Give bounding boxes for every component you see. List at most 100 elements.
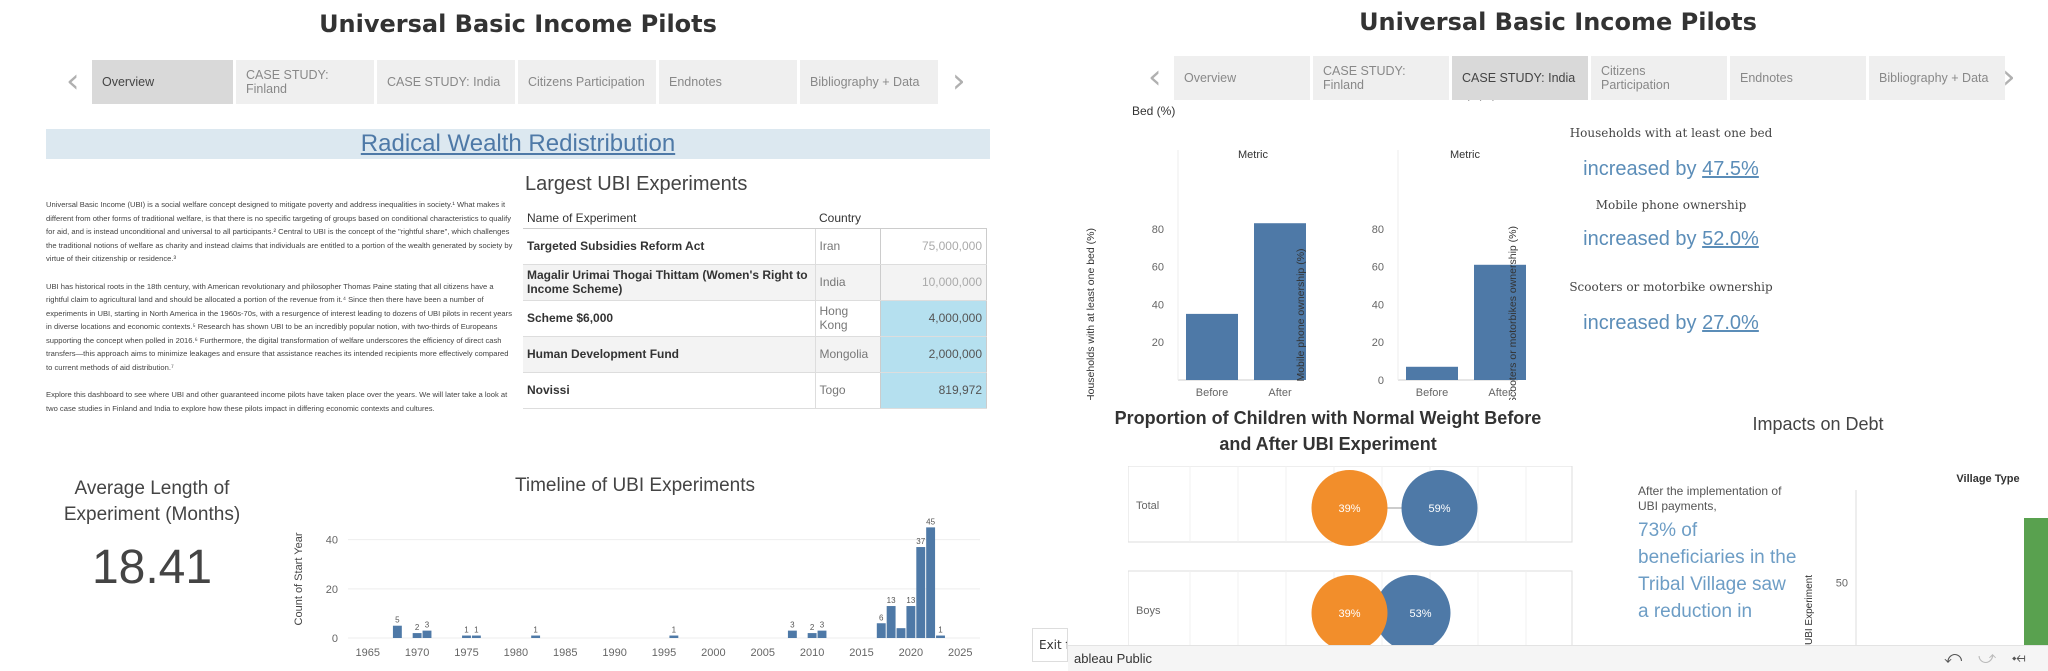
kpi-title: Average Length of Experiment (Months) (63, 478, 241, 525)
column-header: Name of Experiment (523, 208, 816, 229)
x-tick-label: 1985 (553, 647, 577, 659)
revert-icon[interactable]: ⤟ (2012, 648, 2026, 668)
experiment-participants: 4,000,000 (880, 300, 987, 337)
table-row[interactable]: Magalir Urimai Thogai Thittam (Women's R… (523, 264, 987, 301)
tab-case-india[interactable]: CASE STUDY: India (377, 60, 515, 104)
experiment-name: Targeted Subsidies Reform Act (523, 228, 816, 265)
intro-text: Universal Basic Income (UBI) is a social… (46, 198, 514, 429)
before-after-bar (1406, 366, 1458, 380)
largest-experiments-title: Largest UBI Experiments (525, 173, 748, 195)
timeline-bar (936, 635, 945, 638)
data-label: 59% (1428, 503, 1450, 515)
timeline-bar (422, 630, 432, 638)
tab-bibliography[interactable]: Bibliography + Data (800, 60, 938, 104)
tab-case-finland[interactable]: CASE STUDY: Finland (1313, 56, 1449, 100)
x-tick-label: 1970 (405, 647, 429, 659)
timeline-bar (876, 623, 886, 638)
chart-subtitle: Bed (%) (1132, 104, 1175, 118)
data-label: 13 (887, 596, 896, 605)
next-tab-arrow-icon[interactable]: › (2002, 60, 2016, 94)
y-tick-label: 80 (1152, 224, 1164, 236)
intro-paragraph: Explore this dashboard to see where UBI … (46, 390, 508, 413)
debt-chart: Village TypeUBI Experiment5073% (1804, 473, 2048, 650)
timeline-bar (896, 628, 906, 638)
table-header-row: Name of Experiment Country (523, 208, 987, 229)
dashboard-title: Universal Basic Income Pilots (319, 10, 717, 38)
timeline-bar (807, 633, 817, 638)
data-label: 1 (474, 626, 479, 635)
tab-case-finland[interactable]: CASE STUDY: Finland (236, 60, 374, 104)
debt-highlight: 73% of beneficiaries in the Tribal Villa… (1638, 520, 1797, 622)
data-label: 13 (906, 596, 915, 605)
stat-value: increased by 27.0% (1583, 312, 1759, 334)
experiment-country: Mongolia (814, 336, 881, 373)
prev-tab-arrow-icon[interactable]: ‹ (66, 64, 80, 98)
y-axis-label: Mobile phone ownership (%) (1295, 248, 1307, 381)
tab-citizens-participation[interactable]: Citizens Participation (518, 60, 656, 104)
experiment-participants: 75,000,000 (880, 228, 987, 265)
tab-case-india[interactable]: CASE STUDY: India (1452, 56, 1588, 100)
data-label: 5 (395, 616, 400, 625)
tab-bar: Overview CASE STUDY: Finland CASE STUDY:… (1174, 56, 2005, 100)
tab-overview[interactable]: Overview (92, 60, 233, 104)
x-tick-label: 1975 (454, 647, 478, 659)
debt-bar (2024, 518, 2048, 650)
table-row[interactable]: Human Development Fund Mongolia 2,000,00… (523, 336, 987, 373)
y-tick-label: 60 (1152, 262, 1164, 274)
exit-fullscreen-button[interactable]: Exit f (1032, 628, 1068, 662)
tab-citizens-participation[interactable]: Citizens Participation (1591, 56, 1727, 100)
tab-overview[interactable]: Overview (1174, 56, 1310, 100)
timeline-bar (886, 606, 896, 638)
data-label: 45 (926, 517, 935, 526)
largest-experiments-table: Name of Experiment Country Targeted Subs… (523, 208, 987, 409)
experiment-name: Human Development Fund (523, 336, 816, 373)
timeline-bar (462, 635, 471, 638)
data-label: 39% (1338, 503, 1360, 515)
timeline-bar (916, 547, 926, 638)
y-tick-label: 40 (326, 535, 338, 547)
x-tick-label: 2000 (701, 647, 725, 659)
next-tab-arrow-icon[interactable]: › (952, 64, 966, 98)
table-row[interactable]: Novissi Togo 819,972 (523, 372, 987, 409)
undo-icon[interactable]: ⤺ (1944, 648, 1962, 668)
footer-bar: ableau Public ⤺ ⤻ ⤟ (1068, 645, 2048, 671)
intro-paragraph: UBI has historical roots in the 18th cen… (46, 281, 512, 372)
timeline-bar (906, 606, 916, 638)
section-banner[interactable]: Radical Wealth Redistribution (46, 129, 990, 159)
y-axis-label: Count of Start Year (293, 532, 305, 625)
india-before-after-charts: Households With at Least One Bed (%) Metri… (1085, 100, 1526, 400)
data-label: 1 (533, 626, 538, 635)
tab-bar: Overview CASE STUDY: Finland CASE STUDY:… (92, 60, 938, 104)
table-row[interactable]: Targeted Subsidies Reform Act Iran 75,00… (523, 228, 987, 265)
redo-icon[interactable]: ⤻ (1978, 648, 1996, 668)
data-label: 1 (672, 626, 677, 635)
data-label: 1 (464, 626, 469, 635)
data-label: 1 (938, 626, 943, 635)
experiment-country: Iran (814, 228, 881, 265)
children-weight-title: Proportion of Children with Normal Weigh… (1114, 408, 1542, 454)
tab-endnotes[interactable]: Endnotes (659, 60, 797, 104)
stat-value: increased by 52.0% (1583, 228, 1759, 250)
x-tick-label: 2010 (800, 647, 824, 659)
experiment-country: Togo (814, 372, 881, 409)
stat-label: Households with at least one bed (1569, 126, 1773, 140)
tab-bibliography[interactable]: Bibliography + Data (1869, 56, 2005, 100)
y-tick-label: 0 (332, 633, 338, 645)
tab-endnotes[interactable]: Endnotes (1730, 56, 1866, 100)
data-label: 6 (879, 613, 884, 622)
x-tick-label: 2015 (849, 647, 873, 659)
timeline-bar (471, 635, 481, 638)
prev-tab-arrow-icon[interactable]: ‹ (1148, 60, 1162, 94)
timeline-chart-title: Timeline of UBI Experiments (514, 475, 756, 496)
debt-caption: After the implementation of UBI payments… (1638, 484, 1782, 513)
table-row[interactable]: Scheme $6,000 Hong Kong 4,000,000 (523, 300, 987, 337)
experiment-name: Scheme $6,000 (523, 300, 816, 337)
data-label: 2 (810, 623, 815, 632)
experiment-name: Novissi (523, 372, 816, 409)
experiment-country: Hong Kong (814, 300, 881, 337)
stat-label: Scooters or motorbike ownership (1569, 280, 1773, 294)
india-case-dashboard: Universal Basic Income Pilots ‹ Overview… (1068, 0, 2048, 671)
chart-subtitle: Mobile Phone Ownership (%) (1340, 100, 1496, 101)
overview-dashboard: Universal Basic Income Pilots ‹ Overview… (0, 0, 1036, 671)
experiment-participants: 10,000,000 (880, 264, 987, 301)
